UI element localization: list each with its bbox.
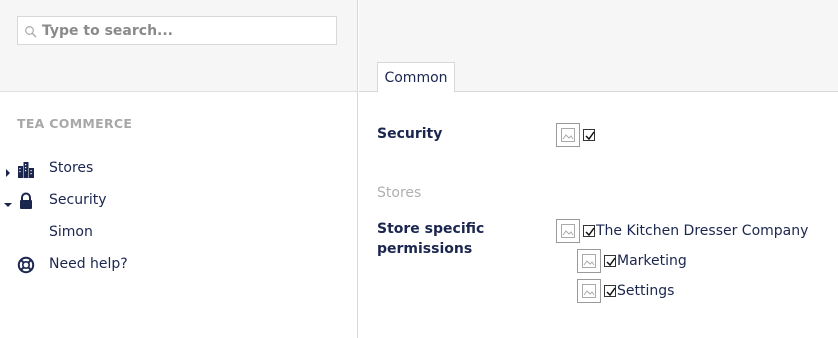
lifebuoy-icon bbox=[17, 256, 35, 274]
security-checkbox[interactable] bbox=[583, 129, 595, 141]
lock-icon bbox=[17, 192, 35, 210]
caret-down-icon[interactable] bbox=[4, 197, 12, 207]
tree-item-stores[interactable]: Stores bbox=[0, 157, 357, 181]
store-permission-checkbox[interactable] bbox=[604, 285, 616, 297]
stores-group-label: Stores bbox=[377, 185, 422, 201]
store-permission-label: Marketing bbox=[617, 253, 687, 269]
search-icon bbox=[24, 25, 38, 39]
security-permission bbox=[556, 123, 595, 147]
tree-item-security[interactable]: Security bbox=[0, 189, 357, 213]
store-permission-row: Marketing bbox=[577, 249, 687, 273]
tree-panel: TEA COMMERCE Stores Securit bbox=[0, 0, 358, 338]
image-placeholder-icon bbox=[556, 123, 580, 147]
store-permission-checkbox[interactable] bbox=[583, 225, 595, 237]
security-property-label: Security bbox=[377, 126, 443, 142]
caret-right-icon[interactable] bbox=[4, 165, 12, 177]
search-header bbox=[0, 0, 357, 92]
image-placeholder-icon bbox=[556, 219, 580, 243]
store-permissions-label: Store specific permissions bbox=[377, 221, 485, 257]
section-title: TEA COMMERCE bbox=[17, 116, 133, 131]
store-permission-label: The Kitchen Dresser Company bbox=[596, 223, 809, 239]
tree-item-label: Simon bbox=[49, 224, 93, 240]
search-input[interactable] bbox=[42, 20, 332, 41]
image-placeholder-icon bbox=[577, 249, 601, 273]
tree-item-need-help[interactable]: Need help? bbox=[0, 253, 357, 277]
tab-common[interactable]: Common bbox=[377, 62, 455, 93]
store-permission-row: Settings bbox=[577, 279, 674, 303]
tree-item-simon[interactable]: Simon bbox=[0, 221, 357, 245]
search-box[interactable] bbox=[17, 16, 337, 45]
tree-item-label: Stores bbox=[49, 160, 94, 176]
stores-icon bbox=[17, 160, 35, 178]
store-permission-row: The Kitchen Dresser Company bbox=[556, 219, 808, 243]
tree-item-label: Security bbox=[49, 192, 107, 208]
store-permission-label: Settings bbox=[617, 283, 675, 299]
image-placeholder-icon bbox=[577, 279, 601, 303]
store-permission-checkbox[interactable] bbox=[604, 255, 616, 267]
tree-item-label: Need help? bbox=[49, 256, 128, 272]
